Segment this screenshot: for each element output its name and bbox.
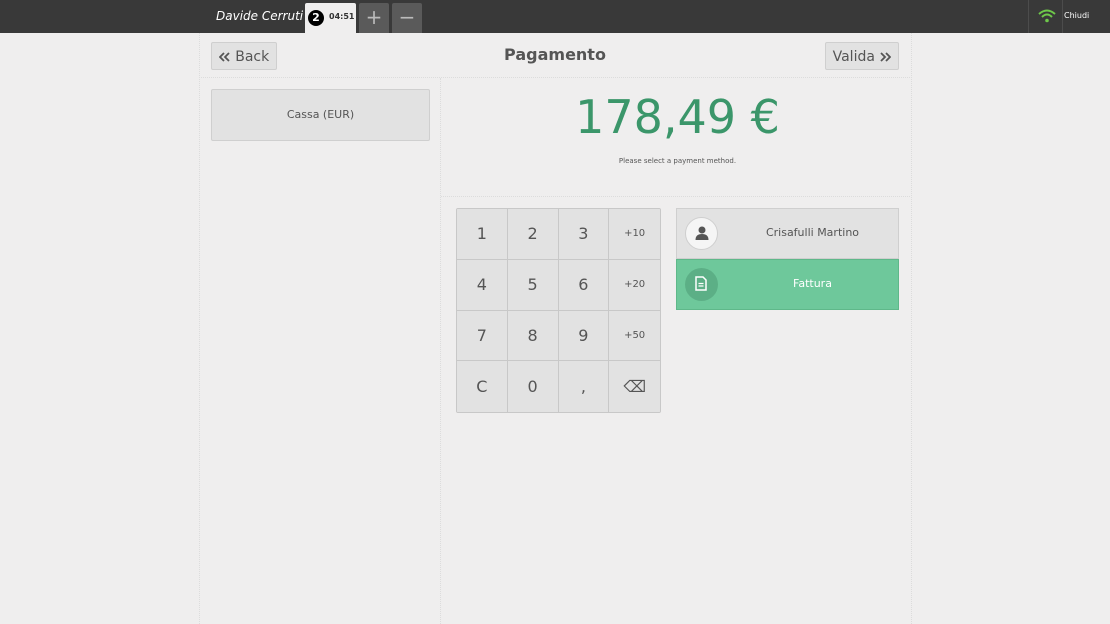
double-chevron-left-icon — [218, 52, 230, 62]
backspace-key[interactable]: ⌫ — [609, 361, 660, 412]
back-label: Back — [235, 49, 270, 65]
cashier-name[interactable]: Davide Cerruti — [216, 9, 303, 23]
validate-label: Valida — [832, 49, 875, 65]
numpad-key-plus50[interactable]: +50 — [609, 310, 660, 362]
top-bar: Davide Cerruti 2 04:51 + − Chiudi — [0, 0, 1110, 33]
divider — [1062, 0, 1063, 33]
total-amount: 178,49 € — [575, 90, 780, 144]
payment-method-label: Cassa (EUR) — [286, 108, 355, 121]
order-time: 04:51 — [329, 12, 355, 21]
numpad-key-6[interactable]: 6 — [558, 259, 610, 311]
numpad-key-3[interactable]: 3 — [558, 209, 610, 260]
invoice-icon-circle — [685, 268, 718, 301]
customer-avatar — [685, 217, 718, 250]
numpad-key-0[interactable]: 0 — [507, 361, 559, 412]
divider — [1028, 0, 1029, 33]
numpad-key-1[interactable]: 1 — [457, 209, 508, 260]
numpad-key-plus10[interactable]: +10 — [609, 209, 660, 260]
order-tab[interactable]: 2 04:51 — [305, 3, 356, 33]
payment-method-cash[interactable]: Cassa (EUR) — [211, 89, 430, 141]
column-divider — [440, 78, 441, 624]
page-title: Pagamento — [504, 45, 606, 64]
header-divider — [199, 77, 910, 78]
close-button[interactable]: Chiudi — [1064, 11, 1089, 20]
validate-button[interactable]: Valida — [825, 42, 899, 70]
numpad-key-2[interactable]: 2 — [507, 209, 559, 260]
numpad: 1 2 3 +10 4 5 6 +20 7 8 9 +50 C 0 , ⌫ — [456, 208, 661, 413]
numpad-key-9[interactable]: 9 — [558, 310, 610, 362]
double-chevron-right-icon — [880, 52, 892, 62]
document-icon — [695, 276, 707, 291]
customer-name: Crisafulli Martino — [765, 226, 860, 239]
wifi-icon[interactable] — [1038, 9, 1056, 23]
numpad-key-5[interactable]: 5 — [507, 259, 559, 311]
add-order-button[interactable]: + — [359, 3, 389, 33]
numpad-key-7[interactable]: 7 — [457, 310, 508, 362]
numpad-key-8[interactable]: 8 — [507, 310, 559, 362]
user-icon — [695, 226, 709, 240]
numpad-key-plus20[interactable]: +20 — [609, 259, 660, 311]
numpad-key-comma[interactable]: , — [558, 361, 610, 412]
back-button[interactable]: Back — [211, 42, 277, 70]
customer-button[interactable]: Crisafulli Martino — [676, 208, 899, 259]
invoice-button[interactable]: Fattura — [676, 259, 899, 310]
numpad-key-4[interactable]: 4 — [457, 259, 508, 311]
order-number-badge: 2 — [308, 10, 324, 26]
payment-prompt: Please select a payment method. — [618, 157, 737, 165]
remove-order-button[interactable]: − — [392, 3, 422, 33]
invoice-label: Fattura — [793, 277, 832, 290]
numpad-key-clear[interactable]: C — [457, 361, 508, 412]
summary-divider — [441, 196, 910, 197]
